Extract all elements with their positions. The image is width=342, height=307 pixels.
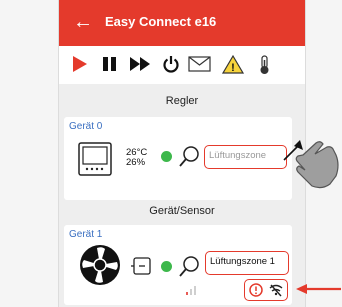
annotation-overlay — [283, 140, 341, 294]
annotation-arrowhead — [296, 284, 307, 294]
